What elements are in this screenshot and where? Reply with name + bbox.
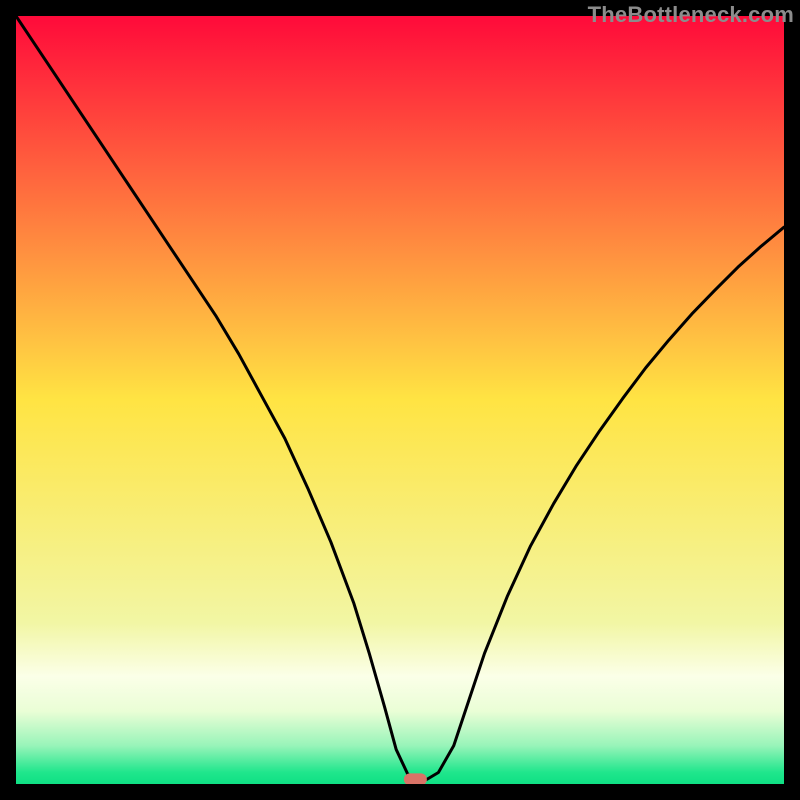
- curve-line: [16, 16, 784, 779]
- minimum-marker: [404, 773, 427, 784]
- plot-area: [16, 16, 784, 784]
- watermark-text: TheBottleneck.com: [588, 2, 794, 28]
- bottleneck-curve: [16, 16, 784, 784]
- bottleneck-chart: TheBottleneck.com: [0, 0, 800, 800]
